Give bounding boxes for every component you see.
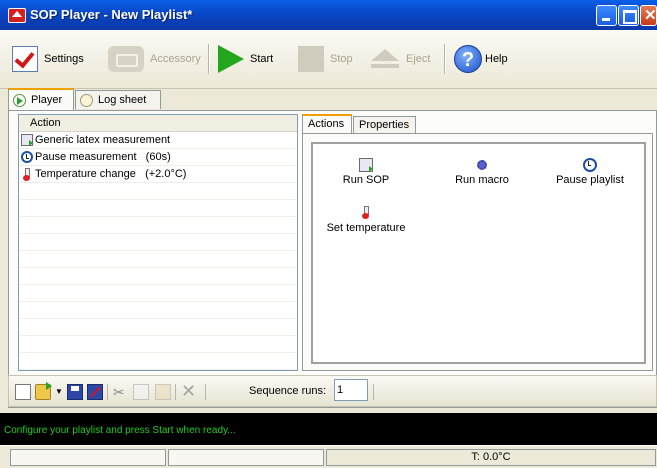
action-column-header[interactable]: Action (19, 115, 297, 132)
temperature-readout: T: 0.0°C (326, 449, 656, 466)
tab-actions[interactable]: Actions (302, 114, 352, 134)
playlist-list[interactable]: Action Generic latex measurement Pause m… (18, 114, 298, 371)
open-folder-icon[interactable] (35, 382, 52, 400)
help-label: Help (485, 53, 508, 65)
sop-icon (21, 134, 33, 146)
settings-button[interactable]: Settings (12, 43, 84, 75)
accessory-label: Accessory (150, 53, 201, 65)
pause-playlist-action[interactable]: Pause playlist (545, 158, 635, 186)
empty-row (19, 251, 297, 268)
copy-icon[interactable] (133, 384, 149, 400)
maximize-button[interactable] (618, 5, 639, 26)
save-icon[interactable] (67, 384, 83, 400)
empty-row (19, 370, 297, 371)
set-temperature-action[interactable]: Set temperature (321, 206, 411, 234)
empty-row (19, 302, 297, 319)
stop-label: Stop (330, 53, 353, 65)
list-item[interactable]: Temperature change (+2.0°C) (19, 166, 297, 183)
stop-button[interactable]: Stop (298, 43, 353, 75)
log-sheet-icon (80, 93, 93, 107)
list-item[interactable]: Generic latex measurement (19, 132, 297, 149)
maximize-icon (623, 10, 637, 24)
macro-icon (475, 158, 489, 172)
help-icon: ? (454, 45, 482, 73)
empty-row (19, 200, 297, 217)
toolbar-divider (208, 44, 210, 74)
sequence-runs-label: Sequence runs: (249, 385, 327, 397)
app-icon (8, 8, 26, 23)
tab-properties[interactable]: Properties (353, 116, 416, 134)
start-button[interactable]: Start (218, 43, 273, 75)
player-panel: Action Generic latex measurement Pause m… (8, 110, 657, 408)
actions-area: Actions Properties Run SOP Run macro Pau… (302, 114, 653, 371)
toolbar-divider (175, 384, 176, 400)
sop-icon (359, 158, 373, 172)
new-file-icon[interactable] (15, 384, 31, 400)
toolbar-divider (205, 384, 206, 400)
empty-row (19, 268, 297, 285)
list-item[interactable]: Pause measurement (60s) (19, 149, 297, 166)
actions-palette: Run SOP Run macro Pause playlist Set tem… (311, 142, 646, 364)
title-bar[interactable]: SOP Player - New Playlist* ✕ (0, 0, 657, 30)
close-button[interactable]: ✕ (640, 5, 657, 26)
action-label: Pause playlist (556, 174, 624, 186)
tab-player[interactable]: Player (8, 88, 74, 110)
playlist-toolbar: ▼ ✂ ✕ Sequence runs: (8, 375, 657, 407)
tab-log-sheet-label: Log sheet (98, 94, 147, 106)
status-bar: T: 0.0°C (0, 445, 657, 468)
action-label: Run SOP (342, 174, 390, 186)
clock-icon (21, 151, 33, 163)
empty-row (19, 183, 297, 200)
minimize-icon (602, 18, 610, 21)
run-macro-action[interactable]: Run macro (437, 158, 527, 186)
list-item-label: Pause measurement (60s) (35, 151, 171, 163)
status-message-bar: Configure your playlist and press Start … (0, 413, 657, 445)
toolbar-divider (444, 44, 446, 74)
accessory-button[interactable]: Accessory (108, 43, 201, 75)
edit-icon[interactable] (87, 384, 103, 400)
action-label: Run macro (455, 174, 509, 186)
play-icon (218, 45, 244, 73)
window-title: SOP Player - New Playlist* (30, 7, 193, 22)
tab-log-sheet[interactable]: Log sheet (75, 90, 161, 109)
tab-player-label: Player (31, 94, 63, 106)
cut-icon[interactable]: ✂ (113, 384, 129, 400)
status-cell (168, 449, 324, 466)
action-label: Set temperature (326, 222, 406, 234)
thermometer-icon (362, 206, 370, 220)
empty-row (19, 353, 297, 370)
empty-row (19, 319, 297, 336)
run-sop-action[interactable]: Run SOP (321, 158, 411, 186)
thermometer-icon (23, 168, 31, 181)
main-tab-bar: Player Log sheet (0, 88, 657, 110)
eject-label: Eject (406, 53, 431, 65)
sequence-runs-input[interactable] (334, 379, 368, 401)
stop-icon (298, 46, 324, 72)
toolbar-divider (107, 384, 108, 400)
empty-row (19, 336, 297, 353)
empty-row (19, 234, 297, 251)
paste-icon[interactable] (155, 384, 171, 400)
status-cell (10, 449, 166, 466)
empty-row (19, 285, 297, 302)
settings-label: Settings (44, 53, 84, 65)
empty-row (19, 217, 297, 234)
eject-icon (370, 49, 400, 69)
help-button[interactable]: ? Help (454, 43, 508, 75)
minimize-button[interactable] (596, 5, 617, 26)
main-toolbar: Settings Accessory Start Stop Eject ? He… (0, 30, 657, 89)
status-message: Configure your playlist and press Start … (4, 425, 236, 436)
list-item-label: Temperature change (+2.0°C) (35, 168, 187, 180)
clock-icon (583, 158, 597, 172)
list-item-label: Generic latex measurement (35, 134, 171, 146)
actions-panel: Run SOP Run macro Pause playlist Set tem… (302, 133, 653, 371)
player-icon (13, 93, 26, 107)
toolbar-divider (373, 384, 374, 400)
close-icon: ✕ (644, 7, 657, 24)
delete-icon[interactable]: ✕ (181, 382, 197, 400)
checkmark-icon (12, 46, 38, 72)
accessory-icon (108, 46, 144, 72)
eject-button[interactable]: Eject (370, 43, 430, 75)
start-label: Start (250, 53, 274, 65)
